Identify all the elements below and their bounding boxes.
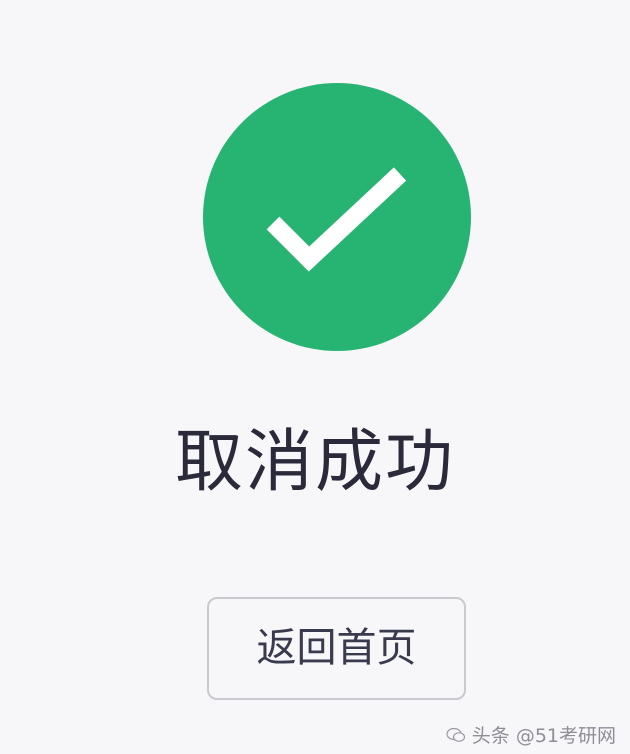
wechat-icon [446,727,465,742]
watermark: 头条 @51考研网 [446,721,616,748]
success-badge [203,83,471,351]
cancel-success-page: 取消成功 返回首页 头条 @51考研网 [0,0,630,754]
status-title: 取消成功 [174,423,455,502]
checkmark-icon [266,167,407,272]
watermark-text: 头条 @51考研网 [471,725,616,747]
return-home-button[interactable]: 返回首页 [207,597,466,700]
